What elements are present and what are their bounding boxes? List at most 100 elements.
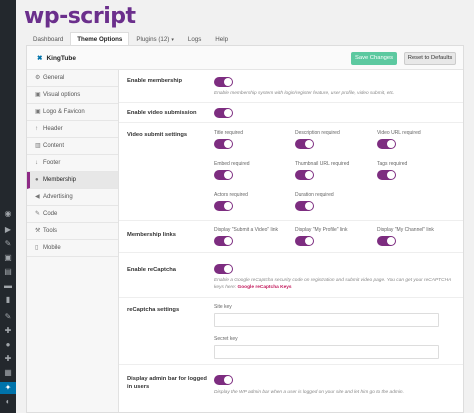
site-key-label: Site key	[214, 304, 232, 310]
options-nav: ⚙ General ▣ Visual options ▣ Logo & Favicon…	[27, 70, 119, 412]
media-icon[interactable]: ▣	[4, 254, 12, 262]
nav-item-visual-options[interactable]: ▣ Visual options	[27, 87, 118, 104]
submit-video-link-toggle[interactable]	[214, 236, 233, 246]
dashboard-icon[interactable]: ◉	[4, 210, 12, 218]
setting-label: Enable membership	[127, 78, 183, 84]
secret-key-label: Secret key	[214, 336, 238, 342]
setting-label: Enable reCaptcha	[127, 267, 176, 273]
secret-key-input[interactable]	[214, 345, 439, 359]
nav-item-label: Membership	[43, 177, 77, 183]
tab-dashboard[interactable]: Dashboard	[26, 32, 70, 46]
nav-item-logo-favicon[interactable]: ▣ Logo & Favicon	[27, 104, 118, 121]
mobile-icon: ▯	[35, 245, 39, 251]
option-label: Duration required	[295, 192, 334, 198]
my-profile-link-toggle[interactable]	[295, 236, 314, 246]
arrow-up-icon: ↑	[35, 126, 38, 132]
title-required-toggle[interactable]	[214, 139, 233, 149]
my-channel-link-toggle[interactable]	[377, 236, 396, 246]
tags-required-toggle[interactable]	[377, 170, 396, 180]
thumbnail-url-required-toggle[interactable]	[295, 170, 314, 180]
setting-enable-membership: Enable membership Enable membership syst…	[119, 70, 463, 103]
setting-label: Display admin bar for logged in users	[127, 376, 207, 390]
code-icon: ✎	[35, 211, 41, 217]
nav-item-label: Advertising	[43, 194, 73, 200]
setting-help: Display the WP admin bar when a user is …	[214, 390, 404, 395]
pages-icon[interactable]: ▤	[4, 268, 12, 276]
nav-item-content[interactable]: ▥ Content	[27, 138, 118, 155]
embed-required-toggle[interactable]	[214, 170, 233, 180]
description-required-toggle[interactable]	[295, 139, 314, 149]
caret-down-icon: ▾	[171, 37, 174, 43]
setting-help: Enable a Google reCaptcha security code …	[214, 277, 454, 291]
setting-display-admin-bar: Display admin bar for logged in users Di…	[119, 365, 463, 412]
main-tabs: Dashboard Theme Options Plugins (12) ▾ Lo…	[26, 32, 235, 46]
tab-logs[interactable]: Logs	[181, 32, 208, 46]
gear-icon: ⚙	[35, 75, 41, 81]
arrow-down-icon: ↓	[35, 160, 38, 166]
site-key-input[interactable]	[214, 313, 439, 327]
panel-header: ✖ KingTube Save Changes Reset to Defaults	[27, 46, 463, 70]
nav-item-label: Code	[43, 211, 58, 217]
nav-item-code[interactable]: ✎ Code	[27, 206, 118, 223]
nav-item-membership[interactable]: ● Membership	[27, 172, 118, 189]
tab-plugins[interactable]: Plugins (12) ▾	[129, 32, 181, 46]
actors-required-toggle[interactable]	[214, 201, 233, 211]
nav-item-header[interactable]: ↑ Header	[27, 121, 118, 138]
option-label: Thumbnail URL required	[295, 161, 350, 167]
nav-item-label: Footer	[43, 160, 61, 166]
reset-defaults-button[interactable]: Reset to Defaults	[404, 52, 456, 65]
enable-video-submission-toggle[interactable]	[214, 108, 233, 118]
enable-recaptcha-toggle[interactable]	[214, 264, 233, 274]
option-label: Display "Submit a Video" link	[214, 227, 279, 233]
plugins-icon[interactable]: ✚	[4, 327, 12, 335]
tab-help[interactable]: Help	[208, 32, 235, 46]
display-admin-bar-toggle[interactable]	[214, 375, 233, 385]
nav-item-footer[interactable]: ↓ Footer	[27, 155, 118, 172]
nav-item-label: Tools	[43, 228, 58, 234]
setting-label: Membership links	[127, 232, 176, 238]
enable-membership-toggle[interactable]	[214, 77, 233, 87]
comment-icon[interactable]: ▮	[4, 296, 12, 304]
collapse-icon[interactable]: ◐	[4, 398, 12, 406]
nav-item-label: Visual options	[43, 92, 81, 98]
nav-item-mobile[interactable]: ▯ Mobile	[27, 240, 118, 257]
option-label: Actors required	[214, 192, 248, 198]
site-name: ✖ KingTube	[37, 54, 76, 62]
option-label: Title required	[214, 130, 243, 136]
appearance-icon[interactable]: ✎	[4, 313, 12, 321]
option-label: Tags required	[377, 161, 408, 167]
nav-item-general[interactable]: ⚙ General	[27, 70, 118, 87]
wp-admin-menu: ◉ ▶ ✎ ▣ ▤ ▬ ▮ ✎ ✚ ● ✚ ▦ ✦ ◐	[0, 0, 16, 413]
users-icon[interactable]: ●	[4, 341, 12, 349]
wp-script-icon[interactable]: ✦	[0, 382, 16, 394]
setting-video-submit: Video submit settings Title required Des…	[119, 123, 463, 221]
video-url-required-toggle[interactable]	[377, 139, 396, 149]
pin-icon[interactable]: ✎	[4, 240, 12, 248]
nav-item-label: Mobile	[43, 245, 61, 251]
tab-plugins-label: Plugins (12)	[136, 36, 170, 43]
columns-icon: ▥	[35, 143, 41, 149]
settings-icon[interactable]: ▦	[4, 369, 12, 377]
nav-item-advertising[interactable]: ◀ Advertising	[27, 189, 118, 206]
theme-logo-icon: ✖	[37, 55, 43, 62]
options-panel: ✖ KingTube Save Changes Reset to Defaults…	[26, 45, 464, 413]
brand-logo: wp-script	[24, 4, 136, 29]
membership-settings: Enable membership Enable membership syst…	[119, 70, 463, 412]
image-icon: ▣	[35, 92, 41, 98]
duration-required-toggle[interactable]	[295, 201, 314, 211]
site-name-label: KingTube	[46, 55, 76, 62]
setting-membership-links: Membership links Display "Submit a Video…	[119, 221, 463, 253]
option-label: Display "My Profile" link	[295, 227, 348, 233]
setting-label: reCaptcha settings	[127, 307, 180, 313]
tools-icon[interactable]: ✚	[4, 355, 12, 363]
nav-item-label: General	[43, 75, 65, 81]
comments-icon[interactable]: ▬	[4, 282, 12, 290]
option-label: Description required	[295, 130, 340, 136]
media-play-icon[interactable]: ▶	[4, 226, 12, 234]
tab-theme-options[interactable]: Theme Options	[70, 32, 130, 46]
nav-item-tools[interactable]: ⚒ Tools	[27, 223, 118, 240]
recaptcha-keys-link[interactable]: Google reCaptcha Keys	[237, 285, 291, 290]
save-changes-button[interactable]: Save Changes	[351, 52, 397, 65]
wrench-icon: ⚒	[35, 228, 41, 234]
option-label: Embed required	[214, 161, 250, 167]
